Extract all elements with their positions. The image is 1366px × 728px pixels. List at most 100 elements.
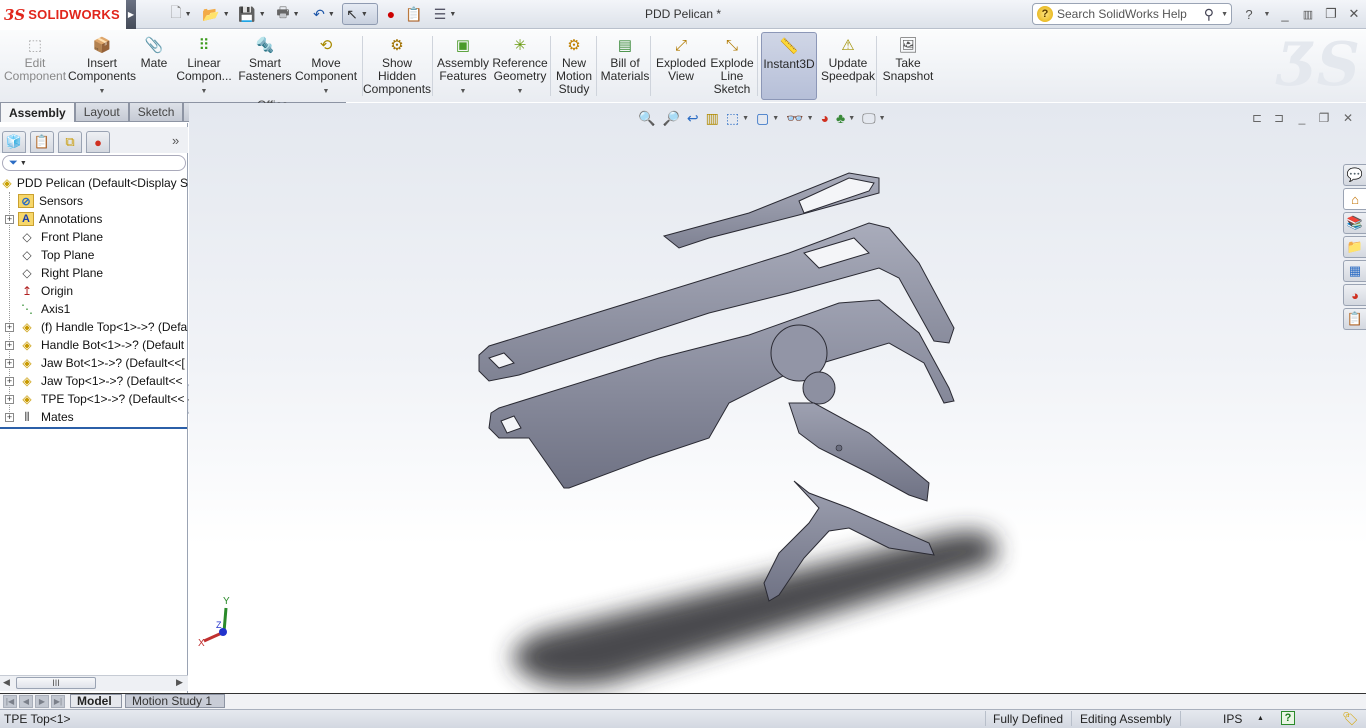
tab-display-manager[interactable]: ●: [86, 131, 110, 153]
view-settings-icon[interactable]: 🖵: [862, 110, 876, 127]
chevron-down-icon[interactable]: ▼: [848, 115, 855, 122]
tree-item[interactable]: + ⫴ Mates: [0, 408, 188, 426]
expand-plus-icon[interactable]: +: [5, 412, 14, 422]
tree-item[interactable]: ⊘ Sensors: [0, 192, 188, 210]
viewport-close-button[interactable]: ✕: [1340, 110, 1356, 126]
search-icon[interactable]: ⚲: [1204, 6, 1214, 23]
tab-motion-study-1[interactable]: Motion Study 1: [125, 694, 225, 708]
assembly-features-button[interactable]: ▣ Assembly Features ▼: [436, 32, 490, 100]
task-pane-solidworks-forum[interactable]: 💬: [1343, 164, 1366, 186]
split-left-button[interactable]: ⊏: [1249, 110, 1265, 126]
minimize-button[interactable]: _: [1276, 5, 1294, 23]
close-button[interactable]: ✕: [1345, 5, 1363, 23]
viewport-restore-button[interactable]: ❐: [1316, 110, 1332, 126]
task-pane-file-explorer[interactable]: 📁: [1343, 236, 1366, 258]
tab-featuremanager-tree[interactable]: 🧊: [2, 131, 26, 153]
tag-icon[interactable]: 🏷: [1342, 711, 1359, 726]
explode-line-sketch-button[interactable]: ⤡ Explode Line Sketch: [710, 32, 754, 100]
expand-plus-icon[interactable]: +: [5, 214, 14, 224]
tree-item[interactable]: ◇ Right Plane: [0, 264, 188, 282]
hide-show-glasses-icon[interactable]: 👓: [786, 110, 803, 127]
chevron-down-icon[interactable]: ▼: [879, 115, 886, 122]
task-pane-design-library[interactable]: 📚: [1343, 212, 1366, 234]
scroll-right-icon[interactable]: ▶: [176, 677, 183, 688]
tab-sketch[interactable]: Sketch: [128, 102, 184, 122]
tree-item[interactable]: + ◈ Jaw Bot<1>->? (Default<<[: [0, 354, 188, 372]
appearance-ball-icon[interactable]: ◕: [821, 110, 829, 126]
quick-tips-help-icon[interactable]: ?: [1281, 711, 1295, 725]
tree-item[interactable]: ↥ Origin: [0, 282, 188, 300]
tree-item[interactable]: ◇ Front Plane: [0, 228, 188, 246]
tree-item[interactable]: + ◈ TPE Top<1>->? (Default<<: [0, 390, 188, 408]
chevron-down-icon[interactable]: ▼: [99, 85, 106, 98]
help-menu-icon[interactable]: ?: [1240, 5, 1258, 23]
chevron-down-icon[interactable]: ▼: [323, 85, 330, 98]
tile-button[interactable]: ▥: [1299, 5, 1317, 23]
expand-plus-icon[interactable]: +: [5, 340, 14, 350]
tree-item[interactable]: + ◈ (f) Handle Top<1>->? (Defa: [0, 318, 188, 336]
unit-system[interactable]: IPS: [1223, 712, 1242, 726]
motion-study-button[interactable]: ⚙ New Motion Study: [554, 32, 594, 100]
scrollbar-thumb[interactable]: III: [16, 677, 96, 689]
viewport-minimize-button[interactable]: _: [1294, 110, 1310, 126]
move-component-button[interactable]: ⟲ Move Component ▼: [295, 32, 357, 100]
update-speedpak-button[interactable]: ⚠ Update Speedpak: [820, 32, 876, 100]
tree-item[interactable]: ⋱ Axis1: [0, 300, 188, 318]
tab-model[interactable]: Model: [70, 694, 122, 708]
expand-plus-icon[interactable]: +: [5, 394, 14, 404]
task-pane-appearances-scenes[interactable]: ◕: [1343, 284, 1366, 306]
chevron-down-icon[interactable]: ▼: [517, 85, 524, 98]
graphics-area[interactable]: [189, 103, 1366, 693]
tree-root-assembly[interactable]: ◈ PDD Pelican (Default<Display S: [0, 174, 188, 192]
tree-item[interactable]: + ◈ Handle Bot<1>->? (Default: [0, 336, 188, 354]
help-dropdown-icon[interactable]: ▼: [1258, 5, 1276, 23]
chevron-down-icon[interactable]: ▼: [742, 115, 749, 122]
next-tab-arrow[interactable]: ▶: [35, 695, 49, 708]
last-tab-arrow[interactable]: ▶|: [51, 695, 65, 708]
expand-plus-icon[interactable]: +: [5, 376, 14, 386]
tab-assembly[interactable]: Assembly: [0, 102, 75, 122]
edit-component-button[interactable]: ⬚ Edit Component: [4, 32, 66, 100]
chevron-down-icon[interactable]: ▼: [201, 85, 208, 98]
expand-plus-icon[interactable]: +: [5, 358, 14, 368]
task-pane-custom-properties[interactable]: 📋: [1343, 308, 1366, 330]
tab-configuration-manager[interactable]: ⧉: [58, 131, 82, 153]
chevron-down-icon[interactable]: ▼: [460, 85, 467, 98]
help-search-input[interactable]: Search SolidWorks Help: [1057, 7, 1187, 21]
zoom-to-area-icon[interactable]: 🔎: [662, 110, 679, 127]
restore-button[interactable]: ❐: [1322, 5, 1340, 23]
zoom-to-fit-icon[interactable]: 🔍: [638, 110, 655, 127]
section-view-icon[interactable]: ▥: [706, 110, 719, 127]
show-hidden-components-button[interactable]: ⚙ Show Hidden Components: [363, 32, 431, 100]
view-orientation-icon[interactable]: ⬚: [726, 110, 739, 127]
linear-pattern-button[interactable]: ⠿ Linear Compon... ▼: [176, 32, 232, 100]
filter-dropdown-icon[interactable]: ▼: [20, 160, 27, 167]
mate-paperclip-button[interactable]: 📎 Mate: [138, 32, 170, 100]
tab-property-manager[interactable]: 📋: [30, 131, 54, 153]
insert-components-button[interactable]: 📦 Insert Components ▼: [68, 32, 136, 100]
split-right-button[interactable]: ⊐: [1271, 110, 1287, 126]
exploded-view-button[interactable]: ⤢ Exploded View: [654, 32, 708, 100]
prev-tab-arrow[interactable]: ◀: [19, 695, 33, 708]
tree-filter-input[interactable]: ⏷ ▼: [2, 155, 186, 171]
tab-layout[interactable]: Layout: [74, 102, 129, 122]
smart-fasteners-button[interactable]: 🔩 Smart Fasteners: [236, 32, 294, 100]
scroll-left-icon[interactable]: ◀: [3, 677, 10, 688]
expand-panel-icon[interactable]: »: [172, 133, 179, 148]
help-search-box[interactable]: ? Search SolidWorks Help ⚲ ▼: [1032, 3, 1232, 25]
tree-item[interactable]: + ◈ Jaw Top<1>->? (Default<<: [0, 372, 188, 390]
expand-plus-icon[interactable]: +: [5, 322, 14, 332]
chevron-down-icon[interactable]: ▼: [807, 115, 814, 122]
display-style-cube-icon[interactable]: ▢: [756, 110, 769, 127]
first-tab-arrow[interactable]: |◀: [3, 695, 17, 708]
bill-of-materials-button[interactable]: ▤ Bill of Materials: [600, 32, 650, 100]
scene-icon[interactable]: ♣: [836, 110, 845, 126]
previous-view-icon[interactable]: ↩: [687, 110, 699, 127]
tree-item[interactable]: + A Annotations: [0, 210, 188, 228]
task-pane-view-palette[interactable]: ▦: [1343, 260, 1366, 282]
tree-item[interactable]: ◇ Top Plane: [0, 246, 188, 264]
chevron-down-icon[interactable]: ▼: [1221, 11, 1228, 18]
reference-geometry-button[interactable]: ✳ Reference Geometry ▼: [492, 32, 548, 100]
task-pane-solidworks-resources[interactable]: ⌂: [1343, 188, 1366, 210]
take-snapshot-button[interactable]: 🖼 Take Snapshot: [882, 32, 934, 100]
